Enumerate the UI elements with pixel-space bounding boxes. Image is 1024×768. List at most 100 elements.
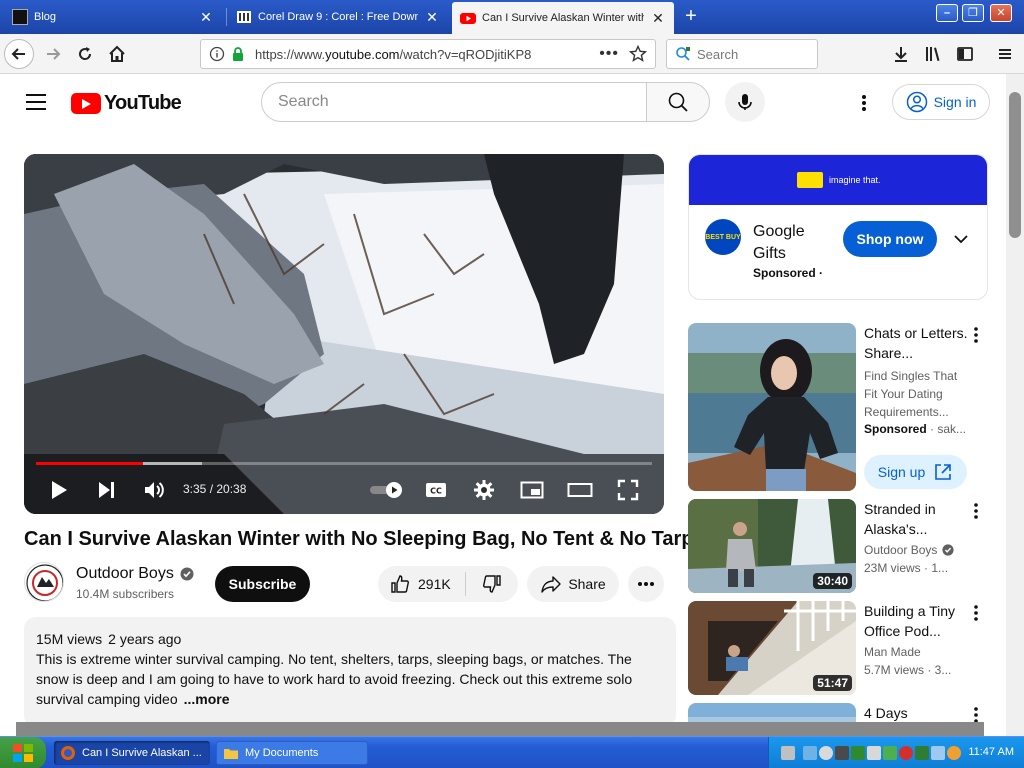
restore-button[interactable]: ❐ xyxy=(962,4,984,22)
video-title[interactable]: Chats or Letters. Share... xyxy=(864,323,968,363)
tray-app-icon[interactable] xyxy=(835,746,849,760)
tab-blog[interactable]: Blog ✕ xyxy=(4,3,222,31)
vertical-dots-icon[interactable] xyxy=(968,603,984,623)
address-bar[interactable]: https://www.youtube.com/watch?v=qRODjiti… xyxy=(200,39,656,69)
sidebar-button[interactable] xyxy=(950,39,980,69)
close-icon[interactable]: ✕ xyxy=(424,9,440,26)
vertical-dots-icon[interactable] xyxy=(968,501,984,521)
shield-icon[interactable] xyxy=(851,746,865,760)
advertiser-logo[interactable]: BEST BUY xyxy=(705,219,741,255)
search-tray-icon[interactable] xyxy=(947,746,961,760)
taskbar-item-firefox[interactable]: Can I Survive Alaskan ... xyxy=(54,741,210,765)
vertical-scrollbar[interactable] xyxy=(1006,74,1024,736)
youtube-search-button[interactable] xyxy=(646,82,710,122)
menu-button[interactable] xyxy=(990,39,1020,69)
description-box[interactable]: 15M views 2 years ago This is extreme win… xyxy=(24,617,676,727)
minimize-button[interactable]: – xyxy=(936,4,958,22)
list-item[interactable]: 51:47 Building a Tiny Office Pod... Man … xyxy=(688,601,1008,695)
next-button[interactable] xyxy=(94,476,120,504)
channel-name[interactable]: Outdoor Boys xyxy=(76,565,194,583)
mute-button[interactable] xyxy=(140,476,168,504)
bookmark-star-icon[interactable] xyxy=(629,45,647,63)
ad-banner[interactable]: imagine that. xyxy=(689,155,987,205)
channel-name[interactable]: Outdoor Boys xyxy=(864,543,954,557)
play-button[interactable] xyxy=(46,476,72,504)
back-button[interactable] xyxy=(4,39,34,69)
miniplayer-icon xyxy=(520,481,544,499)
channel-avatar[interactable] xyxy=(24,562,64,602)
video-thumbnail[interactable] xyxy=(688,323,856,491)
ad-tagline: imagine that. xyxy=(829,175,881,185)
more-actions-button[interactable] xyxy=(628,566,664,602)
list-item[interactable]: 30:40 Stranded in Alaska's... Outdoor Bo… xyxy=(688,499,1008,593)
settings-more-button[interactable] xyxy=(852,91,876,115)
keyboard-icon[interactable] xyxy=(781,746,795,760)
youtube-search-input[interactable]: Search xyxy=(261,82,647,122)
system-tray: 11:47 AM xyxy=(768,737,1024,768)
antivirus-icon[interactable] xyxy=(899,746,913,760)
sign-in-label: Sign in xyxy=(933,94,977,110)
ad-card[interactable]: imagine that. BEST BUY Google Gifts Spon… xyxy=(688,154,988,300)
library-button[interactable] xyxy=(918,39,948,69)
new-tab-button[interactable]: + xyxy=(680,6,702,28)
subscribe-button[interactable]: Subscribe xyxy=(215,566,310,602)
info-icon xyxy=(209,46,225,62)
page-actions-icon[interactable]: ••• xyxy=(599,45,619,63)
video-thumbnail[interactable]: 51:47 xyxy=(688,601,856,695)
channel-name[interactable]: Man Made xyxy=(864,645,921,659)
forward-button[interactable] xyxy=(38,39,68,69)
dislike-button[interactable] xyxy=(466,574,518,594)
share-button[interactable]: Share xyxy=(527,566,619,602)
show-more-link[interactable]: ...more xyxy=(184,691,230,707)
list-item[interactable]: Chats or Letters. Share... Find Singles … xyxy=(688,323,1008,493)
video-thumbnail[interactable]: 30:40 xyxy=(688,499,856,593)
fullscreen-button[interactable] xyxy=(614,476,642,504)
ad-title[interactable]: Google Gifts xyxy=(753,221,833,265)
guide-menu-icon[interactable] xyxy=(26,94,46,110)
arrow-left-icon xyxy=(11,48,25,60)
scrollbar-thumb[interactable] xyxy=(1009,92,1021,238)
vertical-dots-icon[interactable] xyxy=(968,325,984,345)
home-button[interactable] xyxy=(102,39,132,69)
sign-in-button[interactable]: Sign in xyxy=(892,84,990,120)
settings-button[interactable] xyxy=(470,476,498,504)
tab-corel[interactable]: Corel Draw 9 : Corel : Free Downl ✕ xyxy=(228,3,448,31)
taskbar-item-my-documents[interactable]: My Documents xyxy=(216,741,368,765)
shop-now-button[interactable]: Shop now xyxy=(843,221,937,257)
video-title[interactable]: 4 Days xyxy=(864,703,968,723)
network-icon[interactable] xyxy=(803,746,817,760)
security-icon[interactable] xyxy=(915,746,929,760)
clock-tray-icon[interactable] xyxy=(819,746,833,760)
start-button[interactable] xyxy=(0,737,46,768)
voice-search-button[interactable] xyxy=(725,82,765,122)
chevron-down-icon[interactable] xyxy=(951,229,971,249)
horizontal-scrollbar[interactable] xyxy=(16,722,984,736)
update-icon[interactable] xyxy=(883,746,897,760)
sponsored-label: Sponsored · sak... xyxy=(864,422,967,436)
display-icon[interactable] xyxy=(931,746,945,760)
sign-up-button[interactable]: Sign up xyxy=(864,455,967,489)
library-icon xyxy=(926,47,940,61)
url-text: https://www.youtube.com/watch?v=qRODjiti… xyxy=(255,46,532,62)
progress-bar[interactable] xyxy=(36,462,652,465)
video-title[interactable]: Stranded in Alaska's... xyxy=(864,499,968,539)
video-player[interactable]: 3:35 / 20:38 CC xyxy=(24,154,664,514)
window-close-button[interactable]: ✕ xyxy=(990,4,1012,22)
firefox-icon xyxy=(61,746,75,760)
autoplay-toggle[interactable] xyxy=(366,476,406,504)
verified-badge-icon xyxy=(180,567,194,581)
close-icon[interactable]: ✕ xyxy=(198,9,214,26)
theater-mode-button[interactable] xyxy=(566,476,594,504)
downloads-button[interactable] xyxy=(886,39,916,69)
miniplayer-button[interactable] xyxy=(518,476,546,504)
tab-youtube-active[interactable]: Can I Survive Alaskan Winter with ✕ xyxy=(452,2,674,34)
video-title[interactable]: Building a Tiny Office Pod... xyxy=(864,601,968,641)
taskbar-item-label: Can I Survive Alaskan ... xyxy=(82,747,202,759)
browser-search-box[interactable]: Search xyxy=(666,39,818,69)
youtube-logo[interactable]: YouTube xyxy=(71,92,182,115)
like-button[interactable]: 291K xyxy=(378,572,466,596)
captions-button[interactable]: CC xyxy=(422,476,450,504)
volume-tray-icon[interactable] xyxy=(867,746,881,760)
close-icon[interactable]: ✕ xyxy=(650,10,666,27)
reload-button[interactable] xyxy=(70,39,100,69)
